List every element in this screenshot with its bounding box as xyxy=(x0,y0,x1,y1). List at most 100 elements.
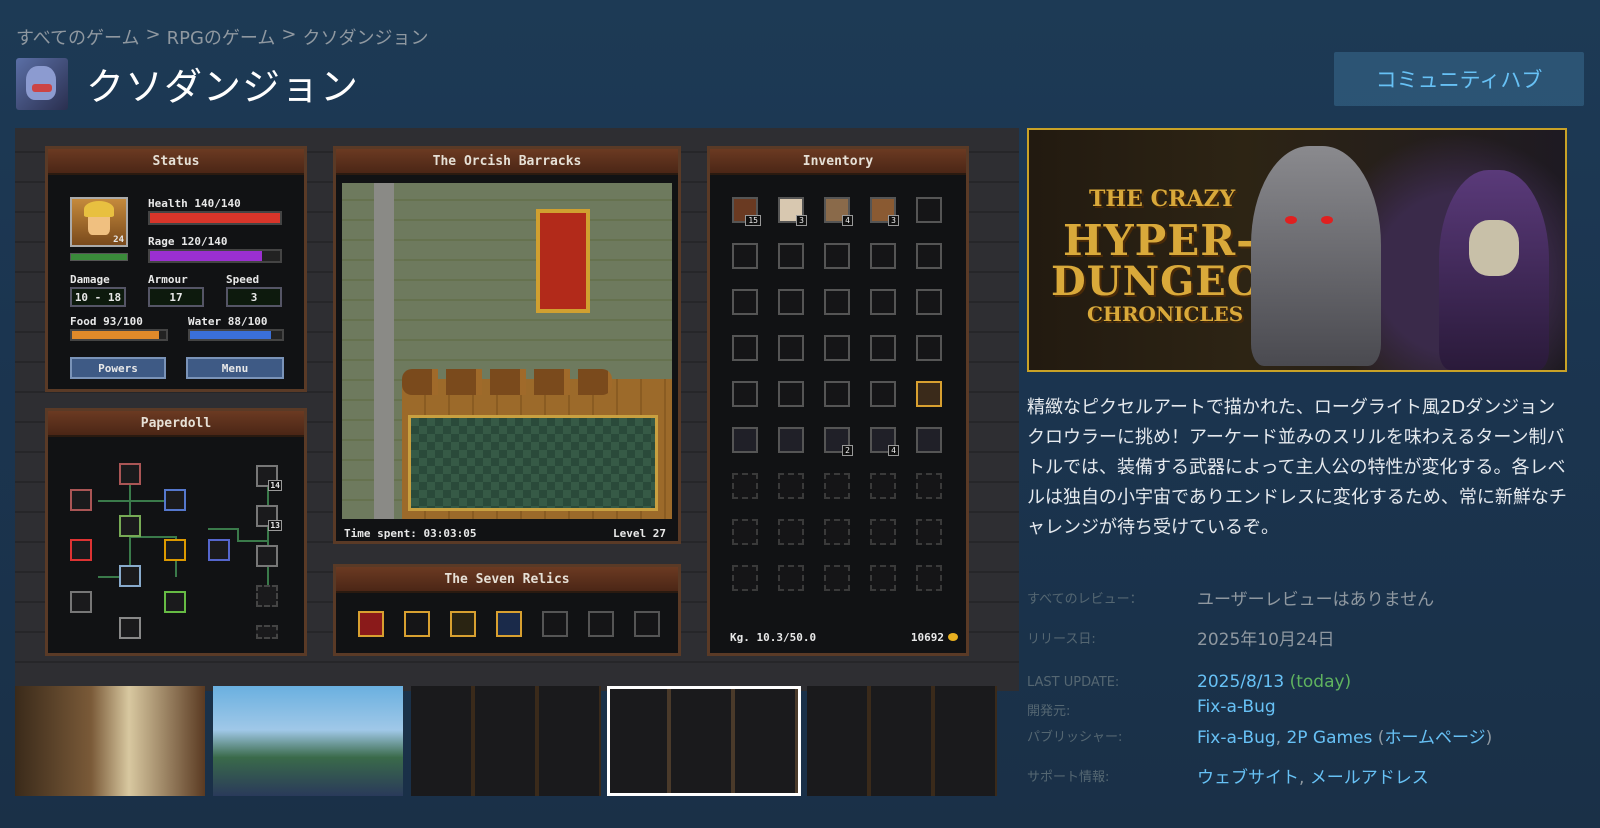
item-count: 4 xyxy=(888,445,899,456)
community-hub-button[interactable]: コミュニティハブ xyxy=(1334,52,1584,106)
inventory-slot[interactable] xyxy=(778,381,804,407)
publisher-homepage-link[interactable]: ホームページ xyxy=(1384,728,1485,748)
inventory-slot[interactable]: 4 xyxy=(870,427,899,456)
inventory-slot[interactable] xyxy=(916,197,942,223)
inventory-slot[interactable]: 15 xyxy=(732,197,761,226)
map-level: Level 27 xyxy=(613,527,666,540)
inventory-slot[interactable] xyxy=(870,473,896,499)
thumbnail-1[interactable] xyxy=(15,686,205,796)
inventory-slot[interactable] xyxy=(732,427,758,453)
inventory-slot[interactable] xyxy=(824,335,850,361)
inventory-slot[interactable] xyxy=(778,565,804,591)
publisher-link-1[interactable]: Fix-a-Bug xyxy=(1197,728,1276,748)
inventory-weight: Kg. 10.3/50.0 xyxy=(730,631,817,644)
paperdoll-ring-slot xyxy=(164,489,186,511)
inventory-slot[interactable]: 4 xyxy=(824,197,853,226)
inventory-slot[interactable] xyxy=(916,565,942,591)
header-capsule-image: THE CRAZY HYPER- DUNGEON CHRONICLES xyxy=(1027,128,1567,372)
inventory-slot[interactable] xyxy=(732,565,758,591)
paperdoll-quick-slot xyxy=(256,545,278,567)
status-panel-title: Status xyxy=(48,149,304,175)
inventory-slot[interactable] xyxy=(778,243,804,269)
relic-slot xyxy=(450,611,476,637)
item-count: 3 xyxy=(888,215,899,226)
menu-button[interactable]: Menu xyxy=(186,357,284,379)
inventory-slot[interactable] xyxy=(778,427,804,453)
portrait-level: 24 xyxy=(113,235,124,245)
release-value: 2025年10月24日 xyxy=(1197,630,1335,650)
relic-slot xyxy=(358,611,384,637)
inventory-slot[interactable] xyxy=(732,473,758,499)
support-website-link[interactable]: ウェブサイト xyxy=(1197,768,1299,788)
inventory-slot[interactable] xyxy=(824,519,850,545)
inventory-slot[interactable]: 2 xyxy=(824,427,853,456)
developer-link[interactable]: Fix-a-Bug xyxy=(1197,697,1276,717)
support-email-link[interactable]: メールアドレス xyxy=(1310,768,1429,788)
inventory-slot[interactable]: 3 xyxy=(870,197,899,226)
update-value[interactable]: 2025/8/13 xyxy=(1197,672,1284,692)
update-today-note: (today) xyxy=(1289,672,1352,692)
release-label: リリース日: xyxy=(1027,632,1096,647)
thumbnail-2[interactable] xyxy=(213,686,403,796)
inventory-slot[interactable] xyxy=(916,381,942,407)
inventory-slot[interactable] xyxy=(824,289,850,315)
inventory-slot[interactable] xyxy=(916,335,942,361)
inventory-slot[interactable] xyxy=(916,473,942,499)
breadcrumb-all-games[interactable]: すべてのゲーム xyxy=(16,24,139,50)
inventory-slot[interactable] xyxy=(732,243,758,269)
thumbnail-3[interactable] xyxy=(411,686,601,796)
inventory-slot[interactable] xyxy=(824,381,850,407)
paperdoll-amulet-slot xyxy=(70,489,92,511)
inventory-slot[interactable] xyxy=(732,519,758,545)
publisher-value-wrap: Fix-a-Bug, 2P Games (ホームページ) xyxy=(1197,728,1493,748)
relic-slot xyxy=(542,611,568,637)
publisher-link-2[interactable]: 2P Games xyxy=(1286,728,1372,748)
inventory-slot[interactable] xyxy=(778,473,804,499)
thumbnail-5[interactable] xyxy=(807,686,997,796)
inventory-slot[interactable] xyxy=(732,289,758,315)
map-panel-title: The Orcish Barracks xyxy=(336,149,678,175)
support-row: サポート情報: ウェブサイト, メールアドレス xyxy=(1027,763,1587,788)
support-label: サポート情報: xyxy=(1027,770,1110,785)
inventory-slot[interactable] xyxy=(870,565,896,591)
publisher-label: パブリッシャー: xyxy=(1027,730,1123,745)
inventory-slot[interactable] xyxy=(732,381,758,407)
rage-label: Rage 120/140 xyxy=(148,235,228,248)
inventory-slot[interactable]: 3 xyxy=(778,197,807,226)
inventory-slot[interactable] xyxy=(870,335,896,361)
inventory-slot[interactable] xyxy=(778,519,804,545)
developer-value-wrap: Fix-a-Bug xyxy=(1197,697,1276,717)
inventory-slot[interactable] xyxy=(732,335,758,361)
time-spent: Time spent: 03:03:05 xyxy=(344,527,477,540)
breadcrumb-separator: > xyxy=(281,24,297,45)
publisher-row: パブリッシャー: Fix-a-Bug, 2P Games (ホームページ) xyxy=(1027,723,1587,748)
food-label: Food 93/100 xyxy=(70,315,143,328)
armour-label: Armour xyxy=(148,273,188,286)
breadcrumb-rpg-games[interactable]: RPGのゲーム xyxy=(167,24,276,50)
paperdoll-weapon-slot xyxy=(70,591,92,613)
inventory-slot[interactable] xyxy=(870,519,896,545)
inventory-slot[interactable] xyxy=(824,565,850,591)
inventory-slot[interactable] xyxy=(778,289,804,315)
breadcrumb-current-game[interactable]: クソダンジョン xyxy=(302,24,428,50)
inventory-slot[interactable] xyxy=(870,381,896,407)
main-screenshot[interactable]: Status 24 Health 140/140 Rage 120/140 Da… xyxy=(15,128,1019,691)
header-line4: CHRONICLES xyxy=(1087,302,1244,326)
water-label: Water 88/100 xyxy=(188,315,268,328)
screenshot-thumbnails xyxy=(15,686,1019,798)
inventory-slot[interactable] xyxy=(916,289,942,315)
inventory-slot[interactable] xyxy=(916,243,942,269)
inventory-slot[interactable] xyxy=(916,427,942,453)
health-label: Health 140/140 xyxy=(148,197,241,210)
powers-button[interactable]: Powers xyxy=(70,357,166,379)
inventory-slot[interactable] xyxy=(824,243,850,269)
inventory-slot[interactable] xyxy=(870,243,896,269)
thumbnail-4-selected[interactable] xyxy=(607,686,801,796)
inventory-slot[interactable] xyxy=(870,289,896,315)
paperdoll-panel: Paperdoll 14 13 xyxy=(45,408,307,656)
inventory-slot[interactable] xyxy=(824,473,850,499)
inventory-slot[interactable] xyxy=(778,335,804,361)
game-description: 精緻なピクセルアートで描かれた、ローグライト風2Dダンジョンクロウラーに挑め！ア… xyxy=(1027,397,1567,538)
inventory-slot[interactable] xyxy=(916,519,942,545)
support-value-wrap: ウェブサイト, メールアドレス xyxy=(1197,768,1429,788)
